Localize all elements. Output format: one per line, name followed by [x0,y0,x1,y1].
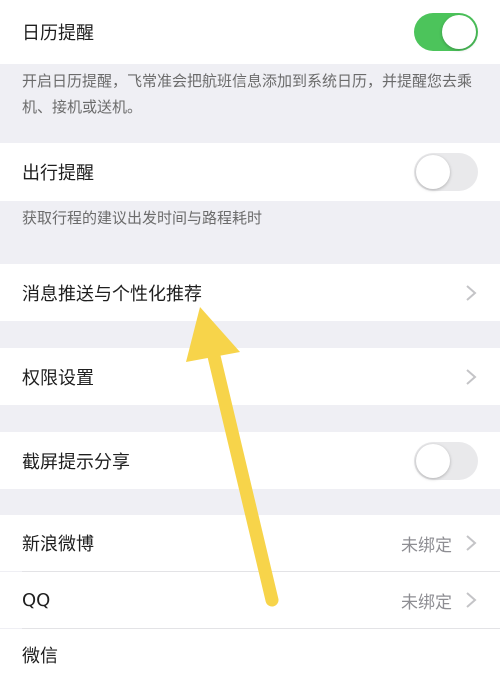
calendar-reminder-label: 日历提醒 [22,23,94,44]
calendar-reminder-description: 开启日历提醒，飞常准会把航班信息添加到系统日历，并提醒您去乘机、接机或送机。 [22,72,473,116]
trip-reminder-toggle[interactable] [414,153,478,191]
trip-reminder-description: 获取行程的建议出发时间与路程耗时 [22,209,263,227]
weibo-status: 未绑定 [401,535,452,556]
calendar-reminder-toggle[interactable] [414,13,478,51]
qq-label: QQ [22,589,51,611]
wechat-row[interactable]: 微信 [0,629,500,681]
permissions-label: 权限设置 [22,367,94,389]
calendar-reminder-row: 日历提醒 [0,0,500,64]
toggle-knob [416,155,450,189]
screenshot-share-toggle[interactable] [414,441,478,480]
qq-status: 未绑定 [401,592,452,613]
trip-reminder-row: 出行提醒 [0,143,500,201]
chevron-right-icon [466,284,477,301]
toggle-knob [442,15,476,49]
wechat-label: 微信 [22,646,58,667]
chevron-right-icon [466,368,477,385]
toggle-knob [416,443,450,478]
chevron-right-icon [466,592,477,608]
push-personalization-label: 消息推送与个性化推荐 [22,283,202,305]
trip-reminder-label: 出行提醒 [22,163,94,184]
push-personalization-row[interactable]: 消息推送与个性化推荐 [0,264,500,321]
screenshot-share-label: 截屏提示分享 [22,451,130,473]
weibo-label: 新浪微博 [22,534,94,555]
chevron-right-icon [466,535,477,551]
weibo-row[interactable]: 新浪微博 未绑定 [0,515,500,571]
permissions-row[interactable]: 权限设置 [0,348,500,405]
qq-row[interactable]: QQ 未绑定 [0,572,500,628]
screenshot-share-row: 截屏提示分享 [0,432,500,489]
